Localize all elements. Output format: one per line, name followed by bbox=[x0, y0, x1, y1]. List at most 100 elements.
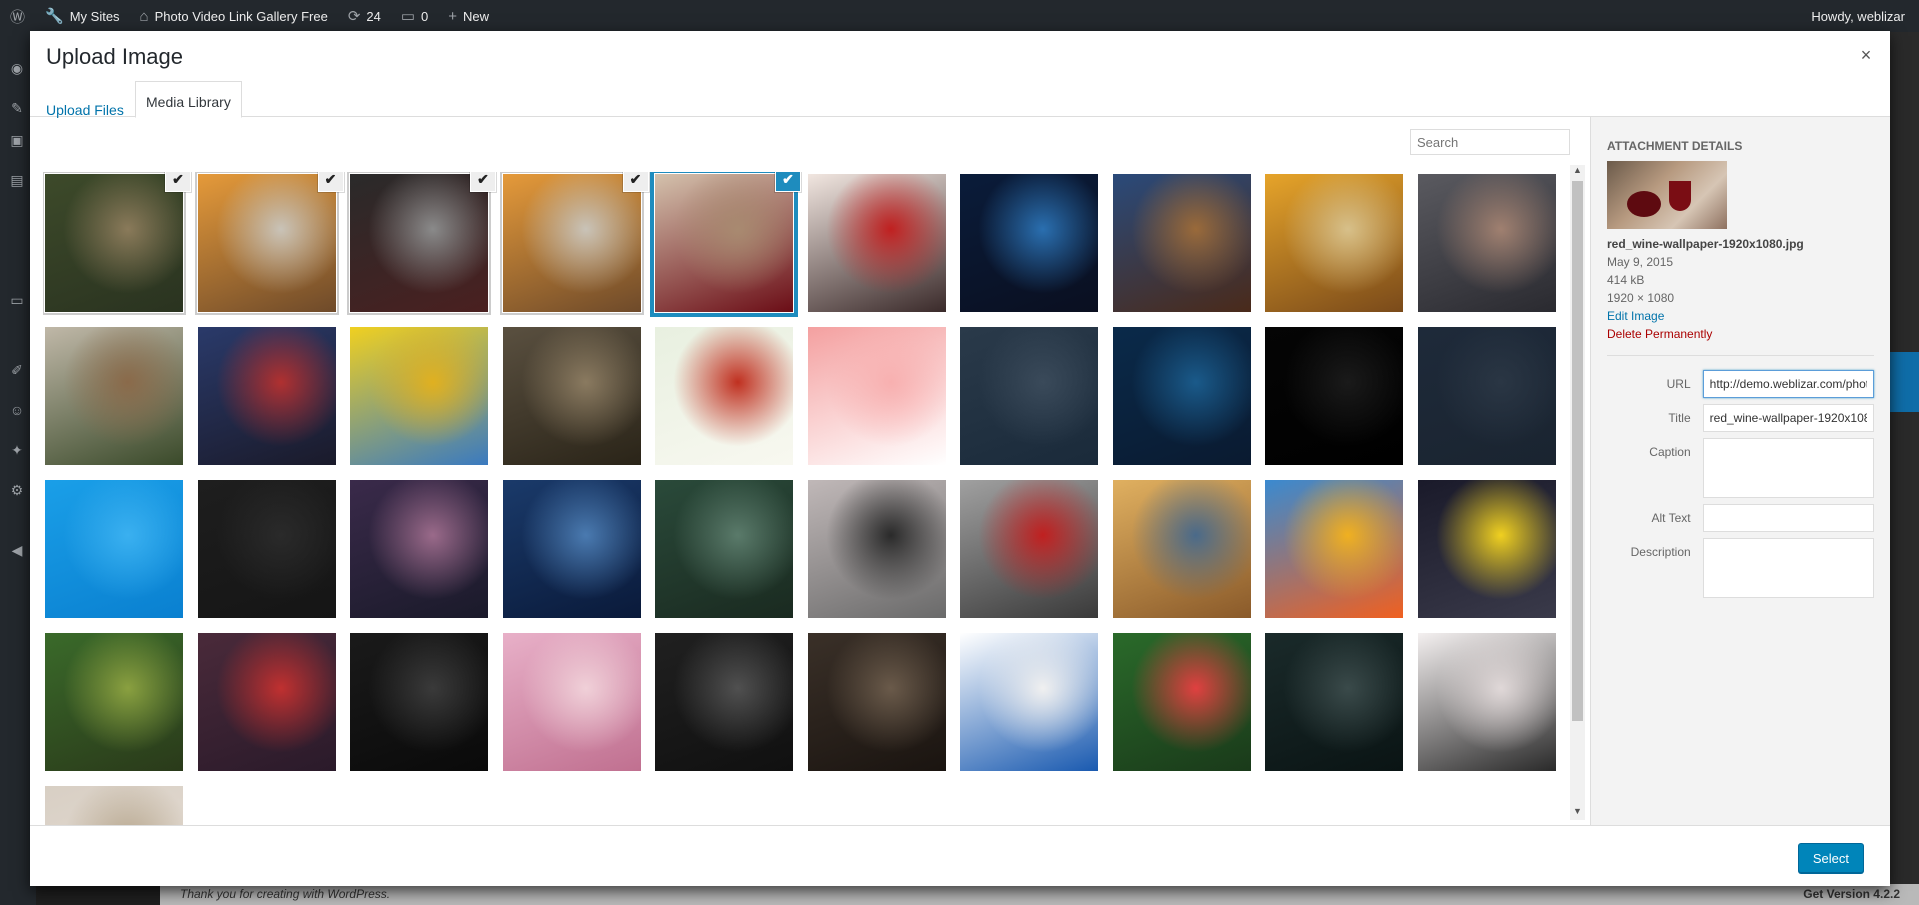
check-icon[interactable]: ✔ bbox=[471, 172, 495, 191]
attachment-item[interactable] bbox=[960, 174, 1098, 312]
attachment-thumbnail bbox=[502, 174, 641, 312]
attachment-thumbnail bbox=[655, 174, 793, 312]
wordpress-logo-icon[interactable]: Ⓦ bbox=[0, 0, 35, 32]
site-name-menu[interactable]: ⌂ Photo Video Link Gallery Free bbox=[130, 0, 338, 32]
my-sites-menu[interactable]: 🔧 My Sites bbox=[35, 0, 130, 32]
attachment-item[interactable]: ✔ bbox=[350, 172, 495, 312]
attachment-thumbnail bbox=[45, 327, 183, 465]
page-edge bbox=[1890, 32, 1919, 905]
attachment-item[interactable] bbox=[807, 174, 946, 312]
comments-icon[interactable]: ▭ bbox=[8, 292, 26, 310]
attachment-item[interactable] bbox=[1417, 633, 1556, 771]
attachment-item[interactable] bbox=[1417, 174, 1556, 312]
attachment-item[interactable] bbox=[1265, 174, 1403, 312]
my-sites-label: My Sites bbox=[69, 8, 120, 24]
users-icon[interactable]: ☺ bbox=[8, 402, 26, 420]
attachment-item[interactable] bbox=[960, 633, 1098, 771]
check-icon[interactable]: ✔ bbox=[623, 172, 648, 191]
attachment-thumbnail bbox=[1417, 480, 1556, 618]
attachment-item[interactable] bbox=[197, 327, 336, 465]
check-icon[interactable]: ✔ bbox=[776, 172, 800, 191]
attachment-item[interactable] bbox=[502, 480, 641, 618]
details-dimensions: 1920 × 1080 bbox=[1607, 291, 1675, 305]
media-icon[interactable]: ▣ bbox=[8, 132, 26, 150]
attachment-item[interactable] bbox=[655, 327, 793, 465]
setting-title: Title bbox=[1607, 404, 1874, 432]
attachment-item[interactable] bbox=[807, 480, 946, 618]
attachment-item[interactable] bbox=[1112, 633, 1251, 771]
scroll-down-icon[interactable]: ▼ bbox=[1570, 806, 1585, 820]
attachment-item[interactable]: ✔ bbox=[197, 172, 343, 312]
attachment-item[interactable] bbox=[45, 633, 183, 771]
attachment-item[interactable] bbox=[1417, 327, 1556, 465]
attachment-item[interactable]: ✔ bbox=[45, 172, 190, 312]
pages-icon[interactable]: ▤ bbox=[8, 172, 26, 190]
attachment-item[interactable] bbox=[807, 633, 946, 771]
attachment-thumbnail bbox=[45, 633, 183, 771]
close-icon[interactable]: × bbox=[1856, 45, 1876, 65]
title-field[interactable] bbox=[1702, 404, 1874, 432]
attachment-thumbnail bbox=[1112, 327, 1251, 465]
attachment-item[interactable] bbox=[45, 327, 183, 465]
attachment-item[interactable] bbox=[1112, 174, 1251, 312]
attachment-item[interactable] bbox=[1112, 480, 1251, 618]
attachment-item[interactable] bbox=[960, 480, 1098, 618]
description-field[interactable] bbox=[1702, 538, 1874, 598]
attachment-item[interactable] bbox=[655, 633, 793, 771]
tools-icon[interactable]: ✦ bbox=[8, 442, 26, 460]
attachment-item[interactable] bbox=[45, 786, 183, 825]
attachment-item[interactable] bbox=[1265, 480, 1403, 618]
settings-icon[interactable]: ⚙ bbox=[8, 482, 26, 500]
attachment-item[interactable] bbox=[350, 633, 488, 771]
edit-image-link[interactable]: Edit Image bbox=[1607, 307, 1874, 325]
scroll-up-icon[interactable]: ▲ bbox=[1570, 165, 1585, 179]
tab-media-library[interactable]: Media Library bbox=[135, 81, 242, 118]
attachment-item[interactable] bbox=[502, 633, 641, 771]
description-label: Description bbox=[1630, 545, 1691, 559]
check-icon[interactable]: ✔ bbox=[166, 172, 190, 191]
attachment-item[interactable] bbox=[960, 327, 1098, 465]
title-label: Title bbox=[1668, 411, 1691, 425]
check-icon[interactable]: ✔ bbox=[318, 172, 343, 191]
attachment-item[interactable] bbox=[655, 480, 793, 618]
select-button[interactable]: Select bbox=[1797, 843, 1864, 873]
attachment-thumbnail bbox=[350, 327, 488, 465]
delete-permanently-link[interactable]: Delete Permanently bbox=[1607, 325, 1874, 343]
attachment-item[interactable] bbox=[1265, 327, 1403, 465]
attachment-thumbnail bbox=[45, 480, 183, 618]
collapse-icon[interactable]: ◀ bbox=[8, 542, 26, 560]
attachment-item[interactable] bbox=[45, 480, 183, 618]
attachment-item[interactable] bbox=[1417, 480, 1556, 618]
attachment-item[interactable]: ✔ bbox=[502, 172, 648, 312]
attachment-item[interactable] bbox=[1265, 633, 1403, 771]
dashboard-icon[interactable]: ◉ bbox=[8, 60, 26, 78]
updates-menu[interactable]: ⟳ 24 bbox=[338, 0, 391, 32]
attachment-item[interactable] bbox=[1112, 327, 1251, 465]
scrollbar-thumb[interactable] bbox=[1572, 181, 1583, 721]
scrollbar[interactable]: ▲ ▼ bbox=[1570, 165, 1585, 820]
caption-field[interactable] bbox=[1702, 438, 1874, 498]
footer-version[interactable]: Get Version 4.2.2 bbox=[1803, 887, 1900, 901]
attachment-item[interactable] bbox=[807, 327, 946, 465]
alt-text-field[interactable] bbox=[1702, 504, 1874, 532]
site-name-label: Photo Video Link Gallery Free bbox=[154, 8, 328, 24]
account-menu[interactable]: Howdy, weblizar bbox=[1801, 0, 1919, 32]
appearance-icon[interactable]: ✐ bbox=[8, 362, 26, 380]
comments-menu[interactable]: ▭ 0 bbox=[391, 0, 438, 32]
search-input[interactable] bbox=[1410, 129, 1570, 155]
attachment-item[interactable] bbox=[350, 480, 488, 618]
attachment-item[interactable] bbox=[197, 633, 336, 771]
attachments-grid: ✔ ✔ ✔ ✔ ✔ bbox=[43, 172, 1583, 825]
setting-alt: Alt Text bbox=[1607, 504, 1874, 532]
url-field[interactable] bbox=[1702, 370, 1874, 398]
attachment-item[interactable] bbox=[502, 327, 641, 465]
setting-caption: Caption bbox=[1607, 438, 1874, 498]
attachment-thumbnail bbox=[655, 327, 793, 465]
media-toolbar: Select bbox=[30, 825, 1890, 886]
attachment-item[interactable]: ✔ bbox=[655, 172, 800, 312]
pin-icon[interactable]: ✎ bbox=[8, 100, 26, 118]
new-content-menu[interactable]: + New bbox=[438, 0, 499, 32]
attachment-thumbnail bbox=[655, 633, 793, 771]
attachment-item[interactable] bbox=[197, 480, 336, 618]
attachment-item[interactable] bbox=[350, 327, 488, 465]
